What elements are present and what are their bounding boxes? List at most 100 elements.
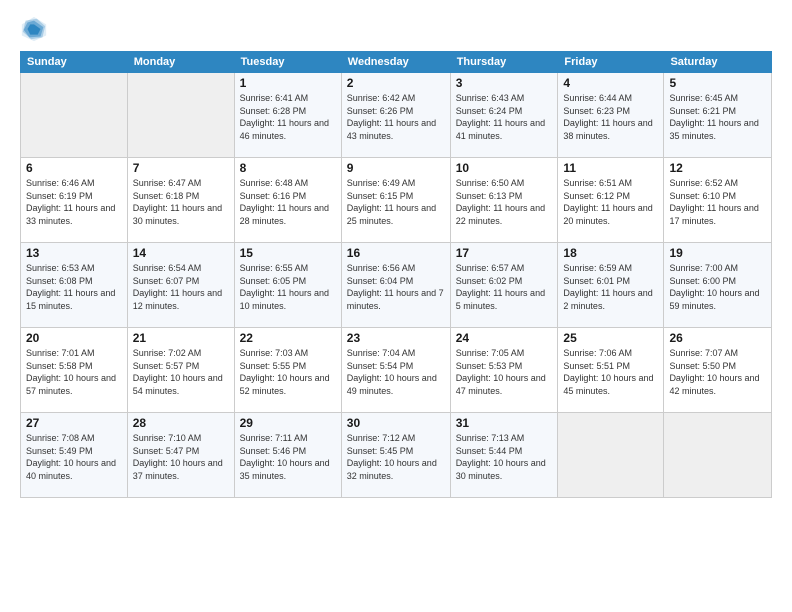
day-number: 15	[240, 246, 336, 260]
calendar-cell: 7Sunrise: 6:47 AMSunset: 6:18 PMDaylight…	[127, 158, 234, 243]
day-number: 13	[26, 246, 122, 260]
day-number: 16	[347, 246, 445, 260]
calendar-cell	[664, 413, 772, 498]
calendar: SundayMondayTuesdayWednesdayThursdayFrid…	[20, 51, 772, 498]
calendar-cell	[558, 413, 664, 498]
day-number: 9	[347, 161, 445, 175]
day-info: Sunrise: 6:51 AMSunset: 6:12 PMDaylight:…	[563, 177, 658, 227]
calendar-cell: 19Sunrise: 7:00 AMSunset: 6:00 PMDayligh…	[664, 243, 772, 328]
day-info: Sunrise: 7:12 AMSunset: 5:45 PMDaylight:…	[347, 432, 445, 482]
day-info: Sunrise: 7:01 AMSunset: 5:58 PMDaylight:…	[26, 347, 122, 397]
day-info: Sunrise: 6:45 AMSunset: 6:21 PMDaylight:…	[669, 92, 766, 142]
calendar-cell: 12 Sunrise: 6:52 AMSunset: 6:10 PMDayligh…	[664, 158, 772, 243]
logo	[20, 15, 52, 43]
day-number: 3	[456, 76, 553, 90]
calendar-cell: 16Sunrise: 6:56 AMSunset: 6:04 PMDayligh…	[341, 243, 450, 328]
calendar-header-row: SundayMondayTuesdayWednesdayThursdayFrid…	[21, 52, 772, 73]
calendar-cell: 18 Sunrise: 6:59 AMSunset: 6:01 PMDayligh…	[558, 243, 664, 328]
day-number: 1	[240, 76, 336, 90]
day-number: 6	[26, 161, 122, 175]
calendar-cell: 8 Sunrise: 6:48 AMSunset: 6:16 PMDaylight…	[234, 158, 341, 243]
day-number: 27	[26, 416, 122, 430]
day-info: Sunrise: 6:59 AMSunset: 6:01 PMDaylight:…	[563, 262, 658, 312]
day-info: Sunrise: 7:08 AMSunset: 5:49 PMDaylight:…	[26, 432, 122, 482]
day-info: Sunrise: 7:13 AMSunset: 5:44 PMDaylight:…	[456, 432, 553, 482]
calendar-cell: 14 Sunrise: 6:54 AMSunset: 6:07 PMDayligh…	[127, 243, 234, 328]
calendar-cell: 2 Sunrise: 6:42 AMSunset: 6:26 PMDaylight…	[341, 73, 450, 158]
calendar-cell: 9Sunrise: 6:49 AMSunset: 6:15 PMDaylight…	[341, 158, 450, 243]
day-number: 26	[669, 331, 766, 345]
weekday-header: Friday	[558, 52, 664, 73]
day-info: Sunrise: 6:55 AMSunset: 6:05 PMDaylight:…	[240, 262, 336, 312]
day-number: 25	[563, 331, 658, 345]
day-number: 7	[133, 161, 229, 175]
calendar-cell: 24Sunrise: 7:05 AMSunset: 5:53 PMDayligh…	[450, 328, 558, 413]
calendar-week-row: 27 Sunrise: 7:08 AMSunset: 5:49 PMDayligh…	[21, 413, 772, 498]
day-number: 17	[456, 246, 553, 260]
day-info: Sunrise: 6:43 AMSunset: 6:24 PMDaylight:…	[456, 92, 553, 142]
calendar-week-row: 1Sunrise: 6:41 AMSunset: 6:28 PMDaylight…	[21, 73, 772, 158]
day-number: 29	[240, 416, 336, 430]
weekday-header: Wednesday	[341, 52, 450, 73]
calendar-cell: 17Sunrise: 6:57 AMSunset: 6:02 PMDayligh…	[450, 243, 558, 328]
day-info: Sunrise: 6:52 AMSunset: 6:10 PMDaylight:…	[669, 177, 766, 227]
day-info: Sunrise: 7:05 AMSunset: 5:53 PMDaylight:…	[456, 347, 553, 397]
day-number: 19	[669, 246, 766, 260]
day-info: Sunrise: 6:44 AMSunset: 6:23 PMDaylight:…	[563, 92, 658, 142]
day-info: Sunrise: 7:02 AMSunset: 5:57 PMDaylight:…	[133, 347, 229, 397]
calendar-week-row: 6 Sunrise: 6:46 AMSunset: 6:19 PMDaylight…	[21, 158, 772, 243]
day-number: 23	[347, 331, 445, 345]
day-number: 14	[133, 246, 229, 260]
calendar-cell: 28 Sunrise: 7:10 AMSunset: 5:47 PMDayligh…	[127, 413, 234, 498]
day-number: 8	[240, 161, 336, 175]
calendar-cell: 30 Sunrise: 7:12 AMSunset: 5:45 PMDayligh…	[341, 413, 450, 498]
weekday-header: Tuesday	[234, 52, 341, 73]
calendar-week-row: 20Sunrise: 7:01 AMSunset: 5:58 PMDayligh…	[21, 328, 772, 413]
weekday-header: Sunday	[21, 52, 128, 73]
day-info: Sunrise: 7:06 AMSunset: 5:51 PMDaylight:…	[563, 347, 658, 397]
day-number: 11	[563, 161, 658, 175]
weekday-header: Monday	[127, 52, 234, 73]
header	[20, 15, 772, 43]
calendar-cell: 13 Sunrise: 6:53 AMSunset: 6:08 PMDayligh…	[21, 243, 128, 328]
day-info: Sunrise: 7:10 AMSunset: 5:47 PMDaylight:…	[133, 432, 229, 482]
calendar-cell: 15 Sunrise: 6:55 AMSunset: 6:05 PMDayligh…	[234, 243, 341, 328]
day-info: Sunrise: 7:11 AMSunset: 5:46 PMDaylight:…	[240, 432, 336, 482]
day-number: 31	[456, 416, 553, 430]
day-number: 21	[133, 331, 229, 345]
day-info: Sunrise: 7:04 AMSunset: 5:54 PMDaylight:…	[347, 347, 445, 397]
day-number: 4	[563, 76, 658, 90]
calendar-cell: 23 Sunrise: 7:04 AMSunset: 5:54 PMDayligh…	[341, 328, 450, 413]
day-info: Sunrise: 6:48 AMSunset: 6:16 PMDaylight:…	[240, 177, 336, 227]
calendar-cell: 25 Sunrise: 7:06 AMSunset: 5:51 PMDayligh…	[558, 328, 664, 413]
day-number: 30	[347, 416, 445, 430]
day-info: Sunrise: 6:54 AMSunset: 6:07 PMDaylight:…	[133, 262, 229, 312]
calendar-cell: 31 Sunrise: 7:13 AMSunset: 5:44 PMDayligh…	[450, 413, 558, 498]
calendar-week-row: 13 Sunrise: 6:53 AMSunset: 6:08 PMDayligh…	[21, 243, 772, 328]
calendar-cell: 20Sunrise: 7:01 AMSunset: 5:58 PMDayligh…	[21, 328, 128, 413]
day-number: 10	[456, 161, 553, 175]
calendar-cell	[127, 73, 234, 158]
day-number: 2	[347, 76, 445, 90]
calendar-cell: 29 Sunrise: 7:11 AMSunset: 5:46 PMDayligh…	[234, 413, 341, 498]
calendar-cell: 4 Sunrise: 6:44 AMSunset: 6:23 PMDaylight…	[558, 73, 664, 158]
calendar-cell: 5Sunrise: 6:45 AMSunset: 6:21 PMDaylight…	[664, 73, 772, 158]
calendar-cell: 21 Sunrise: 7:02 AMSunset: 5:57 PMDayligh…	[127, 328, 234, 413]
day-info: Sunrise: 6:42 AMSunset: 6:26 PMDaylight:…	[347, 92, 445, 142]
logo-icon	[20, 15, 48, 43]
day-number: 18	[563, 246, 658, 260]
calendar-cell: 27 Sunrise: 7:08 AMSunset: 5:49 PMDayligh…	[21, 413, 128, 498]
calendar-cell: 6 Sunrise: 6:46 AMSunset: 6:19 PMDaylight…	[21, 158, 128, 243]
day-number: 28	[133, 416, 229, 430]
weekday-header: Thursday	[450, 52, 558, 73]
weekday-header: Saturday	[664, 52, 772, 73]
calendar-cell: 3 Sunrise: 6:43 AMSunset: 6:24 PMDaylight…	[450, 73, 558, 158]
day-number: 22	[240, 331, 336, 345]
day-number: 12	[669, 161, 766, 175]
day-info: Sunrise: 7:07 AMSunset: 5:50 PMDaylight:…	[669, 347, 766, 397]
day-info: Sunrise: 7:03 AMSunset: 5:55 PMDaylight:…	[240, 347, 336, 397]
day-info: Sunrise: 6:46 AMSunset: 6:19 PMDaylight:…	[26, 177, 122, 227]
calendar-cell: 10Sunrise: 6:50 AMSunset: 6:13 PMDayligh…	[450, 158, 558, 243]
calendar-cell: 22 Sunrise: 7:03 AMSunset: 5:55 PMDayligh…	[234, 328, 341, 413]
day-info: Sunrise: 6:53 AMSunset: 6:08 PMDaylight:…	[26, 262, 122, 312]
